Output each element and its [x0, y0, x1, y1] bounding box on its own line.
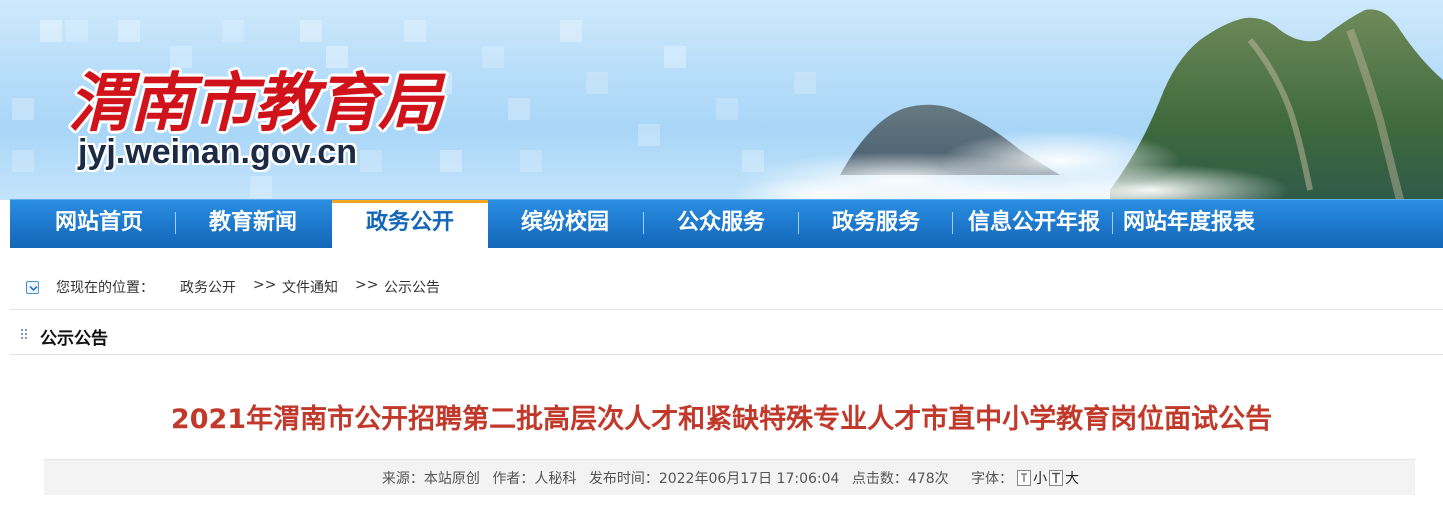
breadcrumb-item-notices[interactable]: 文件通知	[282, 277, 338, 297]
nav-item-government-services[interactable]: 政务服务	[817, 200, 935, 249]
nav-divider	[952, 212, 953, 234]
font-small-icon[interactable]	[1017, 470, 1032, 486]
section-dots-icon	[21, 329, 27, 339]
meta-published: 发布时间：2022年06月17日 17:06:04	[588, 471, 840, 487]
nav-divider	[643, 212, 644, 234]
breadcrumb-prefix: 您现在的位置：	[56, 280, 154, 296]
site-logo-url: jyj.weinan.gov.cn	[78, 133, 357, 171]
main-nav: 网站首页 教育新闻 政务公开 缤纷校园 公众服务 政务服务 信息公开年报 网站年…	[10, 199, 1443, 249]
location-dropdown-icon	[26, 281, 39, 294]
meta-source: 来源：本站原创	[381, 471, 480, 487]
nav-item-site-annual-report[interactable]: 网站年度报表	[1114, 200, 1264, 249]
nav-divider	[798, 212, 799, 234]
breadcrumb-separator: >>	[253, 277, 277, 293]
article-meta-bar: 来源：本站原创 作者：人秘科 发布时间：2022年06月17日 17:06:04…	[44, 459, 1415, 495]
nav-divider	[1112, 212, 1113, 234]
meta-author: 作者：人秘科	[492, 471, 577, 487]
section-header: 公示公告	[10, 314, 1443, 355]
nav-item-campus[interactable]: 缤纷校园	[506, 200, 624, 249]
breadcrumb: 您现在的位置： 政务公开 >> 文件通知 >> 公示公告	[10, 264, 1443, 310]
font-large-button[interactable]: 大	[1065, 471, 1079, 487]
meta-clicks: 点击数：478次	[851, 471, 949, 487]
nav-item-home[interactable]: 网站首页	[40, 200, 158, 249]
nav-divider	[175, 212, 176, 234]
section-title: 公示公告	[40, 329, 108, 349]
nav-item-education-news[interactable]: 教育新闻	[194, 200, 312, 249]
breadcrumb-separator: >>	[355, 277, 379, 293]
nav-item-annual-report[interactable]: 信息公开年报	[958, 200, 1110, 249]
breadcrumb-item-announcements[interactable]: 公示公告	[384, 277, 440, 297]
meta-font-label: 字体：	[971, 471, 1014, 487]
article-meta: 来源：本站原创 作者：人秘科 发布时间：2022年06月17日 17:06:04…	[44, 468, 1415, 488]
font-small-button[interactable]: 小	[1033, 471, 1047, 487]
nav-item-government-affairs[interactable]: 政务公开	[332, 200, 488, 249]
breadcrumb-item-government-affairs[interactable]: 政务公开	[180, 277, 236, 297]
nav-item-public-services[interactable]: 公众服务	[662, 200, 780, 249]
article-title: 2021年渭南市公开招聘第二批高层次人才和紧缺特殊专业人才市直中小学教育岗位面试…	[170, 404, 1273, 435]
header-banner: 渭南市教育局 jyj.weinan.gov.cn	[0, 0, 1443, 200]
font-large-icon[interactable]	[1049, 470, 1064, 486]
site-logo-chinese: 渭南市教育局	[68, 66, 442, 141]
